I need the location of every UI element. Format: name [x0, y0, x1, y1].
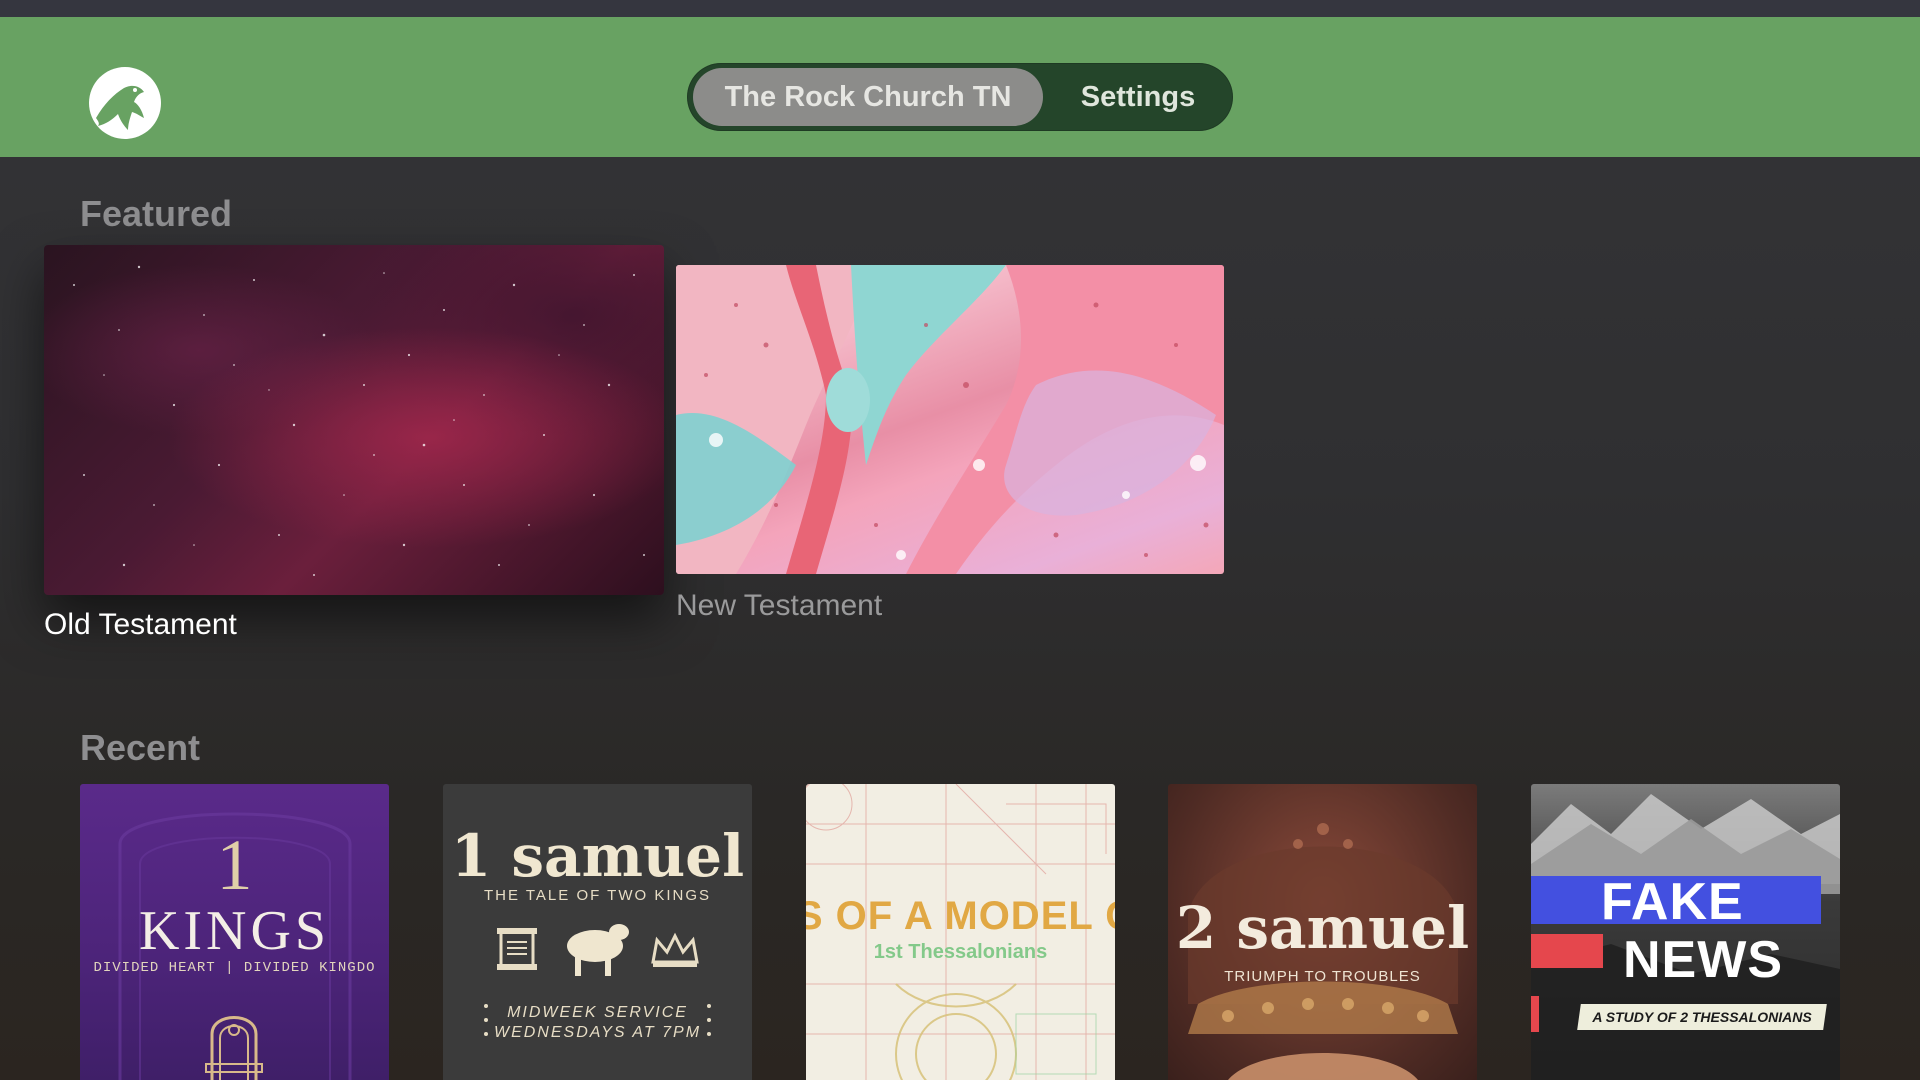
top-navigation-bar: The Rock Church TN Settings [0, 17, 1920, 157]
nav-tab-bar: The Rock Church TN Settings [687, 63, 1233, 131]
tab-the-rock-church-tn[interactable]: The Rock Church TN [693, 68, 1043, 126]
scroll-icon [497, 928, 537, 970]
poster-1-samuel-note-line2: WEDNESDAYS AT 7PM [493, 1024, 702, 1041]
featured-card-old-testament[interactable] [44, 245, 664, 595]
recent-poster-1-samuel[interactable]: 1 samuel THE TALE OF TWO KINGS MIDWEEK S… [443, 784, 752, 1080]
featured-card-new-testament[interactable] [676, 265, 1224, 574]
throne-icon [205, 1016, 263, 1080]
crown-icon [651, 932, 699, 967]
recent-poster-1-kings[interactable]: 1 KINGS DIVIDED HEART | DIVIDED KINGDO [80, 784, 389, 1080]
lamb-icon [567, 924, 629, 976]
poster-kings-number: 1 [216, 825, 253, 905]
rock-church-logo-icon [88, 66, 162, 140]
poster-model-church-title: KS OF A MODEL CHU [806, 894, 1115, 938]
fake-news-red-accent [1531, 996, 1539, 1032]
poster-kings-title: KINGS [138, 900, 331, 962]
recent-poster-2-samuel[interactable]: 2 samuel TRIUMPH TO TROUBLES [1168, 784, 1477, 1080]
poster-fake-news-title-line1: FAKE [1601, 873, 1744, 931]
featured-label-old-testament: Old Testament [44, 608, 237, 641]
tv-app-screen: The Rock Church TN Settings Featured Old… [0, 0, 1920, 1080]
top-status-strip [0, 0, 1920, 17]
poster-1-samuel-note-line1: MIDWEEK SERVICE [507, 1004, 688, 1021]
poster-1-samuel-title: 1 samuel [450, 822, 745, 890]
poster-fake-news-subtitle: A STUDY OF 2 THESSALONIANS [1592, 1009, 1812, 1025]
fluid-paint-artwork [676, 265, 1224, 574]
recent-section-title: Recent [80, 727, 201, 768]
recent-poster-fake-news[interactable]: FAKE NEWS A STUDY OF 2 THESSALONIANS [1531, 784, 1840, 1080]
poster-2-samuel-subtitle: TRIUMPH TO TROUBLES [1224, 968, 1421, 985]
featured-section-title: Featured [80, 193, 233, 234]
fake-news-red-band [1531, 934, 1603, 968]
poster-kings-subtitle: DIVIDED HEART | DIVIDED KINGDO [93, 960, 376, 976]
poster-model-church-subtitle: 1st Thessalonians [873, 941, 1048, 963]
featured-label-new-testament: New Testament [676, 589, 883, 622]
recent-poster-model-church[interactable]: KS OF A MODEL CHU 1st Thessalonians [806, 784, 1115, 1080]
poster-1-samuel-note: MIDWEEK SERVICE WEDNESDAYS AT 7PM [443, 1003, 752, 1043]
poster-2-samuel-title: 2 samuel [1175, 894, 1470, 962]
starfield-artwork [73, 265, 645, 576]
poster-fake-news-title-line2: NEWS [1623, 931, 1783, 989]
poster-1-samuel-subtitle: THE TALE OF TWO KINGS [483, 887, 712, 904]
tab-settings[interactable]: Settings [1049, 68, 1227, 126]
